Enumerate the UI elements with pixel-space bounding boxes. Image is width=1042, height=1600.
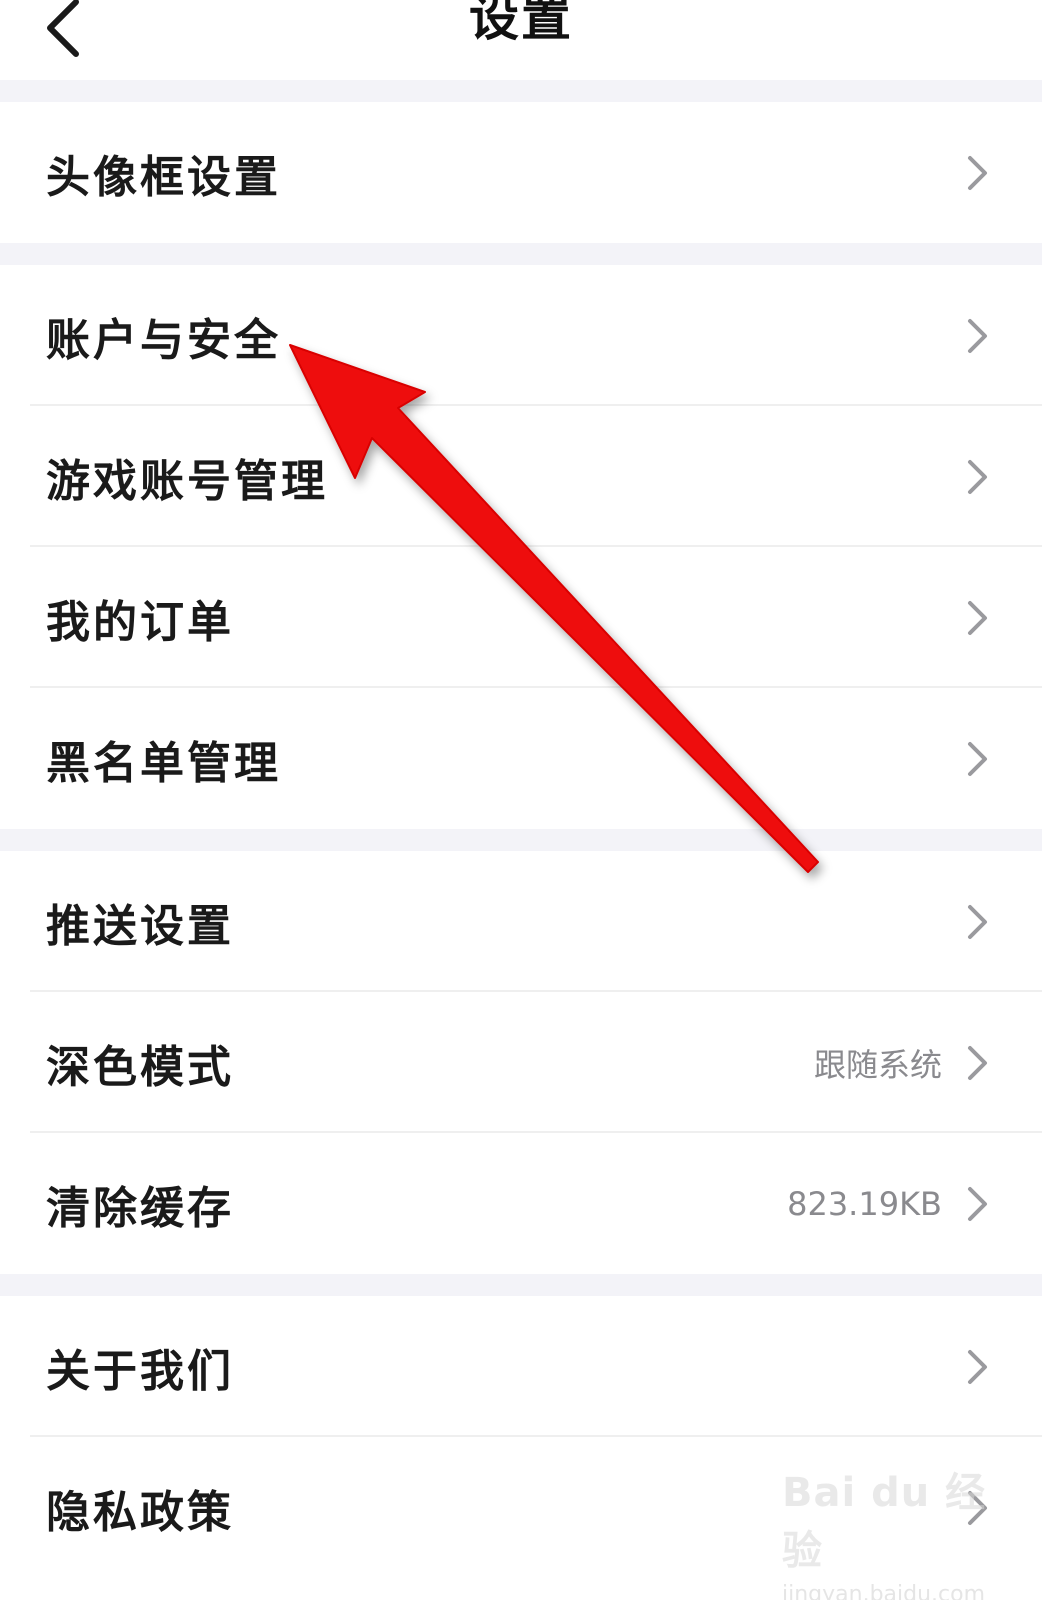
settings-row-blacklist[interactable]: 黑名单管理 [0,688,1042,829]
row-label: 隐私政策 [46,1486,234,1538]
settings-row-push-settings[interactable]: 推送设置 [0,851,1042,992]
row-label: 黑名单管理 [46,737,281,789]
settings-screen: 设置 头像框设置 账户与安全 游戏账号管理 我的订单 黑名单管理 推送设置 深色… [0,0,1042,1600]
settings-row-game-accounts[interactable]: 游戏账号管理 [0,406,1042,547]
cache-size-value: 823.19KB [787,1184,942,1223]
chevron-right-icon [964,458,990,496]
watermark-url: jingyan.baidu.com [782,1582,986,1600]
row-label: 清除缓存 [46,1182,234,1234]
page-title: 设置 [469,0,573,47]
settings-row-clear-cache[interactable]: 清除缓存 823.19KB [0,1133,1042,1274]
row-label: 我的订单 [46,596,234,648]
settings-row-my-orders[interactable]: 我的订单 [0,547,1042,688]
chevron-right-icon [964,599,990,637]
dark-mode-value: 跟随系统 [813,1045,942,1084]
nav-header: 设置 [0,0,1042,80]
row-label: 关于我们 [46,1345,234,1397]
chevron-right-icon [964,740,990,778]
settings-row-account-security[interactable]: 账户与安全 [0,265,1042,406]
settings-row-avatar-frame[interactable]: 头像框设置 [0,102,1042,243]
section-gap [0,80,1042,102]
row-label: 账户与安全 [46,314,281,366]
row-label: 深色模式 [46,1041,234,1093]
row-label: 游戏账号管理 [46,455,328,507]
chevron-right-icon [964,1489,990,1527]
row-label: 推送设置 [46,900,234,952]
chevron-right-icon [964,1044,990,1082]
chevron-right-icon [964,1348,990,1386]
row-label: 头像框设置 [46,151,281,203]
section-gap [0,829,1042,851]
chevron-right-icon [964,154,990,192]
settings-row-dark-mode[interactable]: 深色模式 跟随系统 [0,992,1042,1133]
section-gap [0,243,1042,265]
chevron-right-icon [964,903,990,941]
settings-row-about-us[interactable]: 关于我们 [0,1296,1042,1437]
section-gap [0,1274,1042,1296]
chevron-right-icon [964,317,990,355]
chevron-right-icon [964,1185,990,1223]
settings-row-privacy-policy[interactable]: 隐私政策 [0,1437,1042,1578]
